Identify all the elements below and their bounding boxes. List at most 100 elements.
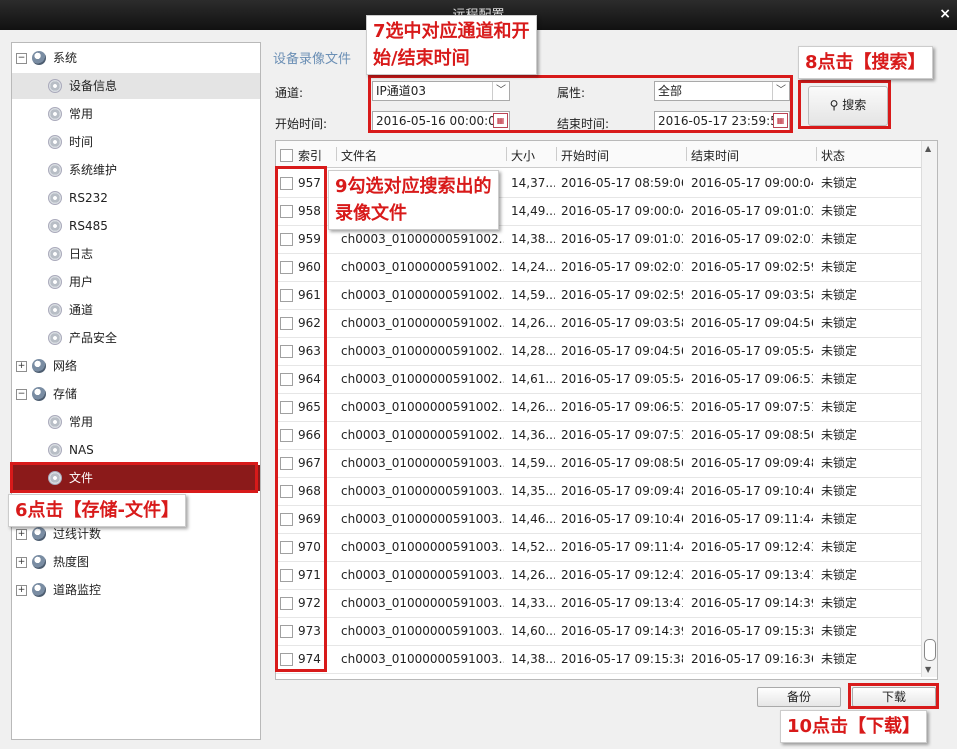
table-row[interactable]: 969 ch0003_01000000591003... 14,46... 2016-… <box>276 505 921 534</box>
scroll-down-icon[interactable]: ▼ <box>925 665 931 674</box>
end-time-cell: 2016-05-17 09:15:38 <box>691 624 813 638</box>
sidebar-item[interactable]: − 存储 <box>12 381 260 407</box>
sidebar-item[interactable]: 日志 <box>12 241 260 267</box>
expand-icon[interactable]: + <box>16 529 27 540</box>
sidebar-item-label: RS485 <box>69 219 108 233</box>
sidebar-item[interactable]: 常用 <box>12 101 260 127</box>
table-row[interactable]: 960 ch0003_01000000591002... 14,24... 2016-… <box>276 253 921 282</box>
table-row[interactable]: 970 ch0003_01000000591003... 14,52... 2016-… <box>276 533 921 562</box>
end-time-cell: 2016-05-17 09:16:36 <box>691 652 813 666</box>
end-time-cell: 2016-05-17 09:07:51 <box>691 400 813 414</box>
table-row[interactable]: 966 ch0003_01000000591002... 14,36... 2016-… <box>276 421 921 450</box>
sidebar-item-label: 时间 <box>69 135 94 149</box>
column-header[interactable]: 结束时间 <box>691 147 739 164</box>
sidebar-item[interactable]: 通道 <box>12 297 260 323</box>
table-row[interactable]: 974 ch0003_01000000591003... 14,38... 2016-… <box>276 645 921 674</box>
column-header[interactable]: 状态 <box>821 147 845 164</box>
column-header[interactable]: 开始时间 <box>561 147 609 164</box>
sidebar-item[interactable]: 时间 <box>12 129 260 155</box>
highlight-checkbox-column <box>275 166 327 672</box>
sidebar-item-label: 日志 <box>69 247 94 261</box>
sidebar-item[interactable]: 常用 <box>12 409 260 435</box>
gear-icon <box>32 387 46 401</box>
backup-button[interactable]: 备份 <box>757 687 841 707</box>
vertical-scrollbar[interactable]: ▲ ▼ <box>921 141 937 677</box>
table-row[interactable]: 961 ch0003_01000000591002... 14,59... 2016-… <box>276 281 921 310</box>
table-row[interactable]: 962 ch0003_01000000591002... 14,26... 2016-… <box>276 309 921 338</box>
status-cell: 未锁定 <box>821 372 858 386</box>
start-time-cell: 2016-05-17 09:04:56 <box>561 344 683 358</box>
expand-icon[interactable]: + <box>16 585 27 596</box>
table-row[interactable]: 971 ch0003_01000000591003... 14,26... 2016-… <box>276 561 921 590</box>
sidebar-tree: − 系统 设备信息 常用 时间 系统维护 RS232 RS485 日志 用户 通道 产品安全 + 网络 − 存… <box>11 42 261 740</box>
file-name-cell: ch0003_01000000591002... <box>341 316 504 330</box>
status-cell: 未锁定 <box>821 400 858 414</box>
column-header[interactable]: 大小 <box>511 147 535 164</box>
table-row[interactable]: 965 ch0003_01000000591002... 14,26... 2016-… <box>276 393 921 422</box>
sidebar-item[interactable]: RS232 <box>12 185 260 211</box>
sidebar-item-label: 网络 <box>53 359 78 373</box>
end-time-cell: 2016-05-17 09:04:56 <box>691 316 813 330</box>
table-row[interactable]: 964 ch0003_01000000591002... 14,61... 2016-… <box>276 365 921 394</box>
sidebar-item-label: 热度图 <box>53 555 90 569</box>
sidebar-item[interactable]: NAS <box>12 437 260 463</box>
start-time-cell: 2016-05-17 09:05:54 <box>561 372 683 386</box>
end-time-cell: 2016-05-17 09:00:04 <box>691 176 813 190</box>
start-time-cell: 2016-05-17 09:12:43 <box>561 568 683 582</box>
sidebar-item-label: 产品安全 <box>69 331 118 345</box>
gear-icon <box>48 247 62 261</box>
sidebar-item[interactable]: 设备信息 <box>12 73 260 99</box>
sidebar-item[interactable]: + 道路监控 <box>12 577 260 603</box>
sidebar-item[interactable]: 用户 <box>12 269 260 295</box>
expand-icon[interactable]: + <box>16 361 27 372</box>
status-cell: 未锁定 <box>821 652 858 666</box>
table-row[interactable]: 973 ch0003_01000000591003... 14,60... 2016-… <box>276 617 921 646</box>
start-time-cell: 2016-05-17 09:11:44 <box>561 540 683 554</box>
size-cell: 14,49... <box>511 204 555 218</box>
size-cell: 14,61... <box>511 372 555 386</box>
highlight-search-button <box>798 80 891 129</box>
callout-step-10: 10点击【下载】 <box>780 710 928 743</box>
callout-step-7-line-1: 7选中对应通道和开 <box>373 21 530 42</box>
gear-icon <box>48 443 62 457</box>
section-title: 设备录像文件 <box>273 52 352 67</box>
gear-icon <box>48 415 62 429</box>
start-time-cell: 2016-05-17 09:07:51 <box>561 428 683 442</box>
table-header: 索引 文件名 大小 开始时间 结束时间 状态 <box>276 141 921 168</box>
scroll-up-icon[interactable]: ▲ <box>925 144 931 153</box>
start-time-label: 开始时间: <box>275 117 328 131</box>
sidebar-item-label: 通道 <box>69 303 94 317</box>
sidebar-item[interactable]: − 系统 <box>12 45 260 71</box>
table-row[interactable]: 972 ch0003_01000000591003... 14,33... 2016-… <box>276 589 921 618</box>
size-cell: 14,38... <box>511 652 555 666</box>
size-cell: 14,26... <box>511 316 555 330</box>
gear-icon <box>32 51 46 65</box>
sidebar-item[interactable]: 系统维护 <box>12 157 260 183</box>
start-time-cell: 2016-05-17 09:13:41 <box>561 596 683 610</box>
highlight-search-fields <box>368 75 793 133</box>
end-time-cell: 2016-05-17 09:12:43 <box>691 540 813 554</box>
sidebar-item[interactable]: + 网络 <box>12 353 260 379</box>
table-row[interactable]: 963 ch0003_01000000591002... 14,28... 2016-… <box>276 337 921 366</box>
table-row[interactable]: 968 ch0003_01000000591003... 14,35... 2016-… <box>276 477 921 506</box>
sidebar-item[interactable]: RS485 <box>12 213 260 239</box>
status-cell: 未锁定 <box>821 512 858 526</box>
sidebar-item[interactable]: + 热度图 <box>12 549 260 575</box>
column-header[interactable]: 文件名 <box>341 147 377 164</box>
table-row[interactable]: 967 ch0003_01000000591003... 14,59... 2016-… <box>276 449 921 478</box>
collapse-icon[interactable]: − <box>16 389 27 400</box>
start-time-cell: 2016-05-17 09:15:38 <box>561 652 683 666</box>
expand-icon[interactable]: + <box>16 557 27 568</box>
select-all-checkbox[interactable] <box>280 149 293 162</box>
start-time-cell: 2016-05-17 09:14:39 <box>561 624 683 638</box>
column-header[interactable]: 索引 <box>298 147 322 164</box>
size-cell: 14,24... <box>511 260 555 274</box>
gear-icon <box>48 79 62 93</box>
close-icon[interactable]: × <box>939 6 951 22</box>
collapse-icon[interactable]: − <box>16 53 27 64</box>
size-cell: 14,33... <box>511 596 555 610</box>
sidebar-item[interactable]: 产品安全 <box>12 325 260 351</box>
column-divider <box>556 147 557 161</box>
status-cell: 未锁定 <box>821 484 858 498</box>
scroll-thumb[interactable] <box>924 639 936 661</box>
